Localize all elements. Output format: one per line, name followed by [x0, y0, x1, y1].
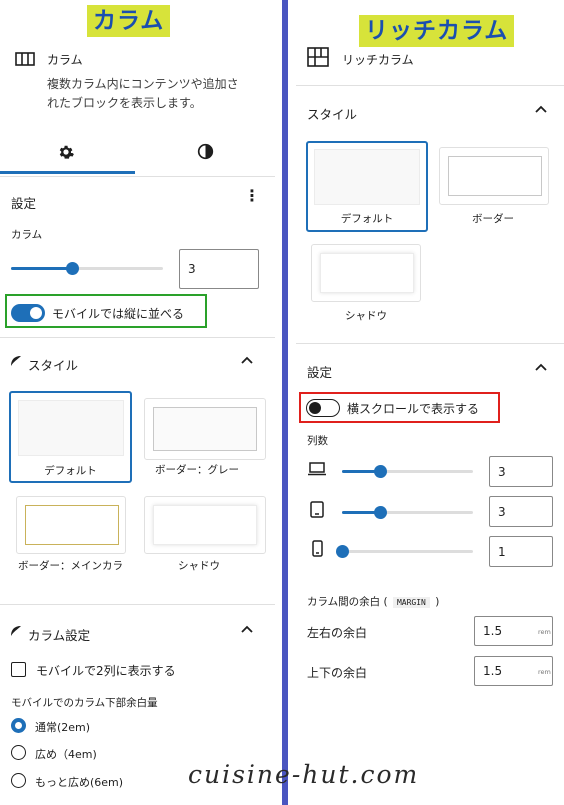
- style-option-default[interactable]: デフォルト: [306, 141, 428, 232]
- gap-label-close: ): [435, 596, 440, 608]
- gap-label: カラム間の余白 ( MARGIN ): [307, 594, 439, 609]
- bottom-margin-label: モバイルでのカラム下部余白量: [11, 697, 158, 709]
- tabs-divider: [0, 176, 275, 177]
- columns-number-input[interactable]: 3: [179, 249, 259, 289]
- style-option-shadow[interactable]: [311, 244, 421, 302]
- style-title: スタイル: [307, 107, 358, 122]
- radio-wider-label: もっと広め(6em): [35, 776, 124, 789]
- leaf-icon: [11, 626, 21, 636]
- column-settings-title: カラム設定: [28, 628, 91, 643]
- style-option-label: デフォルト: [44, 465, 97, 477]
- rich-columns-icon: [307, 47, 329, 67]
- radio-normal[interactable]: [11, 718, 26, 733]
- style-option-label: シャドウ: [345, 310, 387, 322]
- right-highlight-label: リッチカラム: [359, 15, 515, 47]
- tb-margin-label: 上下の余白: [307, 666, 368, 680]
- panel-divider-bar: [282, 0, 288, 805]
- style-divider: [0, 604, 275, 605]
- style-option-label: ボーダー：グレー: [155, 464, 239, 476]
- h-scroll-label: 横スクロールで表示する: [347, 402, 480, 416]
- style-option-label: ボーダー：メインカラ: [18, 560, 123, 572]
- radio-wide[interactable]: [11, 745, 26, 760]
- tab-settings[interactable]: [0, 134, 135, 174]
- leaf-icon: [11, 356, 21, 366]
- radio-wider[interactable]: [11, 773, 26, 788]
- tablet-icon: [310, 501, 324, 518]
- mobile-stack-toggle[interactable]: [11, 304, 45, 322]
- block-description-line2: れたブロックを表示します。: [47, 96, 202, 110]
- radio-normal-label: 通常(2em): [35, 721, 91, 734]
- style-option-label: デフォルト: [340, 213, 394, 225]
- chevron-up-icon[interactable]: [533, 360, 549, 376]
- style-title: スタイル: [28, 358, 79, 373]
- mobile-cols-slider-thumb[interactable]: [336, 545, 349, 558]
- gap-label-text: カラム間の余白 (: [307, 596, 388, 608]
- style-option-shadow[interactable]: [144, 496, 266, 554]
- settings-title: 設定: [11, 196, 37, 211]
- mobile-stack-label: モバイルでは縦に並べる: [52, 307, 185, 321]
- block-title: リッチカラム: [342, 53, 414, 67]
- gear-icon: [59, 145, 74, 159]
- tb-margin-unit: rem: [538, 668, 551, 676]
- left-highlight-label: カラム: [87, 5, 171, 37]
- left-panel: カラム カラム 複数カラム内にコンテンツや追加さ れたブロックを表示します。 設…: [0, 0, 275, 805]
- cols-count-label: 列数: [307, 435, 328, 447]
- mobile-two-cols-checkbox[interactable]: [11, 662, 26, 677]
- desktop-icon: [308, 462, 326, 476]
- block-title: カラム: [47, 53, 83, 67]
- mobile-two-cols-label: モバイルで2列に表示する: [36, 664, 176, 678]
- desktop-cols-input[interactable]: 3: [489, 456, 553, 487]
- mobile-cols-input[interactable]: 1: [489, 536, 553, 567]
- chevron-up-icon[interactable]: [239, 353, 255, 369]
- style-option-label: ボーダー: [472, 213, 514, 225]
- style-option-border[interactable]: [439, 147, 549, 205]
- h-scroll-toggle[interactable]: [306, 399, 340, 417]
- mobile-icon: [312, 540, 323, 557]
- settings-title: 設定: [307, 365, 333, 380]
- columns-icon: [15, 52, 35, 66]
- tb-margin-value: 1.5: [483, 664, 503, 678]
- right-panel: リッチカラム リッチカラム スタイル デフォルト ボーダー シャドウ 設定 横ス…: [296, 0, 564, 805]
- style-option-default[interactable]: デフォルト: [9, 391, 132, 483]
- settings-divider: [0, 337, 275, 338]
- tablet-cols-slider-thumb[interactable]: [374, 506, 387, 519]
- tab-styles[interactable]: [135, 134, 275, 174]
- radio-wide-label: 広め（4em): [35, 748, 97, 761]
- lr-margin-unit: rem: [538, 628, 551, 636]
- more-options-icon[interactable]: ⋮: [244, 188, 260, 204]
- style-option-label: シャドウ: [178, 560, 220, 572]
- chevron-up-icon[interactable]: [239, 622, 255, 638]
- contrast-icon: [197, 143, 214, 160]
- tablet-cols-input[interactable]: 3: [489, 496, 553, 527]
- style-option-border-main[interactable]: [16, 496, 126, 554]
- block-description-line1: 複数カラム内にコンテンツや追加さ: [47, 77, 239, 91]
- columns-label: カラム: [11, 229, 43, 241]
- style-divider: [296, 343, 564, 344]
- lr-margin-value: 1.5: [483, 624, 503, 638]
- desktop-cols-slider-thumb[interactable]: [374, 465, 387, 478]
- lr-margin-label: 左右の余白: [307, 626, 368, 640]
- header-divider: [296, 85, 564, 86]
- columns-slider-fill: [11, 267, 72, 270]
- gap-code: MARGIN: [392, 597, 430, 608]
- style-option-border-gray[interactable]: [144, 398, 266, 460]
- columns-slider-thumb[interactable]: [66, 262, 79, 275]
- mobile-cols-slider[interactable]: [342, 550, 473, 553]
- watermark: cuisine-hut.com: [188, 760, 420, 789]
- chevron-up-icon[interactable]: [533, 102, 549, 118]
